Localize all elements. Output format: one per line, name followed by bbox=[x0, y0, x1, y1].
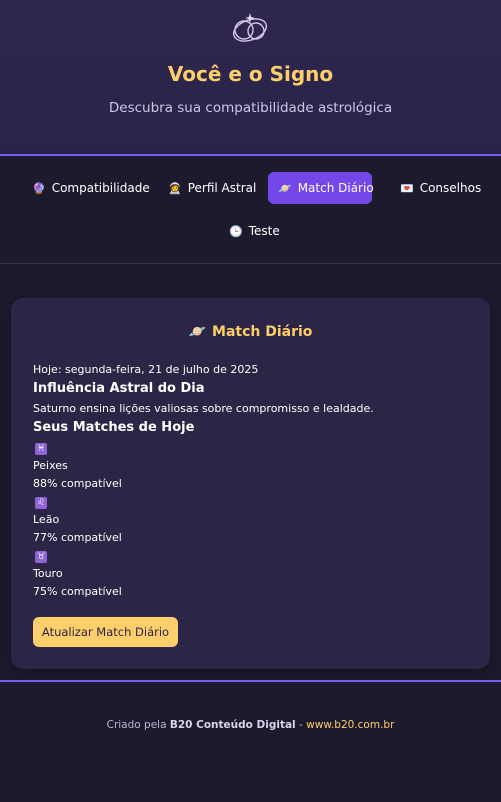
tab-navigation: 🔮 Compatibilidade 🧑‍🚀 Perfil Astral 🪐 Ma… bbox=[0, 156, 501, 264]
match-diario-card: 🪐 Match Diário Hoje: segunda-feira, 21 d… bbox=[11, 298, 490, 669]
tab-conselhos[interactable]: 💌 Conselhos bbox=[390, 172, 491, 204]
match-sign: Touro bbox=[33, 567, 63, 580]
tab-perfil-astral[interactable]: 🧑‍🚀 Perfil Astral bbox=[158, 172, 266, 204]
match-compat: 75% compatível bbox=[33, 585, 122, 598]
crystal-ball-icon: 🔮 bbox=[32, 181, 46, 195]
card-title-text: Match Diário bbox=[212, 324, 313, 340]
match-compat: 77% compatível bbox=[33, 531, 122, 544]
planet-icon: 🪐 bbox=[278, 181, 292, 195]
footer-link[interactable]: www.b20.com.br bbox=[306, 719, 394, 731]
love-letter-icon: 💌 bbox=[400, 181, 414, 195]
tab-match-diario[interactable]: 🪐 Match Diário bbox=[268, 172, 374, 204]
tab-label: Teste bbox=[248, 224, 280, 238]
astronaut-icon: 🧑‍🚀 bbox=[168, 181, 182, 195]
tab-teste[interactable]: 🕒 Teste bbox=[219, 215, 290, 247]
card-title: 🪐 Match Diário bbox=[11, 324, 490, 340]
app-footer: Criado pela B20 Conteúdo Digital - www.b… bbox=[0, 680, 501, 802]
app-subtitle: Descubra sua compatibilidade astrológica bbox=[108, 100, 393, 116]
footer-credit: Criado pela B20 Conteúdo Digital - www.b… bbox=[0, 719, 501, 731]
taurus-icon: ♉ bbox=[35, 551, 47, 563]
influence-heading: Influência Astral do Dia bbox=[33, 381, 205, 396]
tab-label: Conselhos bbox=[419, 181, 482, 195]
influence-text: Saturno ensina lições valiosas sobre com… bbox=[33, 402, 374, 415]
tab-label: Compatibilidade bbox=[51, 181, 150, 195]
match-sign: Leão bbox=[33, 513, 60, 526]
match-compat: 88% compatível bbox=[33, 477, 122, 490]
app-title: Você e o Signo bbox=[167, 62, 334, 86]
leo-icon: ♌ bbox=[35, 497, 47, 509]
crystal-planets-icon bbox=[232, 13, 268, 42]
match-sign: Peixes bbox=[33, 459, 68, 472]
date-line: Hoje: segunda-feira, 21 de julho de 2025 bbox=[33, 363, 259, 376]
footer-prefix: Criado pela bbox=[106, 719, 170, 731]
tab-compatibilidade[interactable]: 🔮 Compatibilidade bbox=[22, 172, 160, 204]
app-header: Você e o Signo Descubra sua compatibilid… bbox=[0, 0, 501, 156]
footer-brand: B20 Conteúdo Digital bbox=[169, 719, 296, 731]
refresh-match-button[interactable]: Atualizar Match Diário bbox=[33, 617, 178, 647]
tab-label: Perfil Astral bbox=[187, 181, 257, 195]
tab-label: Match Diário bbox=[297, 181, 374, 195]
footer-separator: - bbox=[295, 719, 307, 731]
planet-icon: 🪐 bbox=[188, 324, 207, 340]
matches-heading: Seus Matches de Hoje bbox=[33, 420, 195, 435]
pisces-icon: ♓ bbox=[35, 443, 47, 455]
clock-icon: 🕒 bbox=[229, 224, 243, 238]
